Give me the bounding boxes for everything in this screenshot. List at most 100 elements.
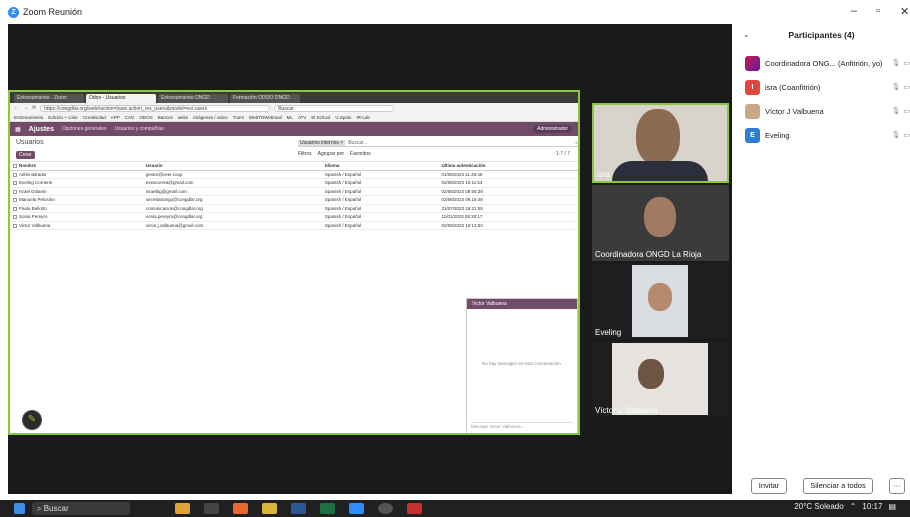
participant-row[interactable]: E Eveling 🎙 ▭: [745, 126, 910, 144]
camera-icon[interactable]: ▭: [903, 131, 910, 139]
table-row[interactable]: Sonia Pereyro sonia.pereyro@congdlar.org S…: [10, 212, 578, 222]
microphone-icon[interactable]: 🎙: [891, 131, 900, 139]
browser-search-input[interactable]: Buscar: [274, 104, 395, 112]
row-checkbox[interactable]: [13, 189, 17, 194]
browser-tab[interactable]: Entrenamiento ONGD: [158, 94, 228, 103]
maximize-icon[interactable]: ▫: [876, 5, 880, 17]
row-checkbox[interactable]: [13, 215, 17, 220]
windows-start-icon[interactable]: [14, 503, 25, 514]
browser-tab[interactable]: Formación ODOO ONGD: [230, 94, 300, 103]
bookmark[interactable]: El School: [311, 115, 330, 120]
explorer-icon[interactable]: [262, 503, 277, 514]
camera-icon[interactable]: ▭: [903, 59, 910, 67]
video-tile[interactable]: Eveling: [592, 263, 729, 339]
table-row[interactable]: Victor Valbuena victor.j.valbuena@gmail.c…: [10, 221, 578, 230]
chat-input[interactable]: Mensaje Victor Valbuena...: [471, 422, 573, 430]
forward-icon[interactable]: →: [23, 105, 28, 111]
odoo-menu-item[interactable]: Opciones generales: [62, 126, 106, 132]
taskbar-search[interactable]: ⌕ Buscar: [32, 502, 130, 515]
table-row[interactable]: Paula Bellotto comunicacion@congdlar.org S…: [10, 204, 578, 213]
bookmark[interactable]: WebTOWebmail: [249, 115, 282, 120]
chat-window[interactable]: Victor Valbuena No hay mensajes en esta …: [466, 298, 578, 433]
apps-menu-icon[interactable]: ▦: [15, 126, 21, 133]
bookmark[interactable]: Trami: [233, 115, 244, 120]
clock[interactable]: 10:17: [862, 502, 882, 511]
bookmark[interactable]: ML: [287, 115, 293, 120]
close-icon[interactable]: ✕: [900, 5, 909, 18]
select-all-checkbox[interactable]: [13, 164, 17, 169]
column-header[interactable]: Nombre: [10, 162, 143, 171]
word-icon[interactable]: [291, 503, 306, 514]
microphone-icon[interactable]: 🎙: [891, 83, 900, 91]
row-checkbox[interactable]: [13, 181, 17, 186]
reload-icon[interactable]: ⟳: [32, 105, 36, 111]
favorites-button[interactable]: Favoritos: [350, 151, 371, 157]
chat-title[interactable]: Victor Valbuena: [467, 299, 577, 309]
pager[interactable]: 1-7 / 7: [556, 151, 570, 157]
address-bar[interactable]: https://congdlar.org/web#action=base.act…: [40, 104, 271, 112]
column-header[interactable]: Usuario: [142, 162, 322, 171]
minimize-icon[interactable]: –: [851, 5, 857, 17]
bookmark[interactable]: APP: [111, 115, 120, 120]
acrobat-icon[interactable]: [407, 503, 422, 514]
column-header[interactable]: Idioma: [321, 162, 439, 171]
camera-icon[interactable]: ▭: [903, 107, 910, 115]
bookmark[interactable]: Bancos: [158, 115, 173, 120]
row-checkbox[interactable]: [13, 206, 17, 211]
groupby-button[interactable]: Agrupar por: [318, 151, 344, 157]
more-options-button[interactable]: ···: [889, 478, 905, 494]
odoo-menu-item[interactable]: Usuarios y compañías: [114, 126, 163, 132]
search-icon[interactable]: ⌕: [575, 140, 578, 146]
participant-row[interactable]: Víctor J Valbuena 🎙 ▭: [745, 102, 910, 120]
windows-taskbar: ⌕ Buscar 20°C Soleado ⌃ 10:17 ▤: [0, 500, 910, 517]
task-view-icon[interactable]: [204, 503, 219, 514]
table-row[interactable]: Manuela Pelusino secretariango@congdlar.o…: [10, 195, 578, 205]
network-icon[interactable]: ⌃: [850, 502, 857, 511]
browser-tab[interactable]: Odoo - Usuarios: [86, 94, 156, 103]
camera-icon[interactable]: ▭: [903, 83, 910, 91]
media-player-icon[interactable]: [378, 503, 393, 514]
microphone-icon[interactable]: 🎙: [891, 59, 900, 67]
bookmark[interactable]: U.Spain: [335, 115, 351, 120]
bookmark[interactable]: webs: [178, 115, 189, 120]
table-row[interactable]: Eveling Cornerer eveacorrea@gmail.com Span…: [10, 178, 578, 188]
odoo-search-bar[interactable]: Usuarios internos × Buscar... ⌕: [298, 139, 578, 147]
microphone-icon[interactable]: 🎙: [891, 107, 900, 115]
participant-row[interactable]: Iisra (Coanfitrión) 🎙 ▭: [745, 78, 910, 96]
bookmark[interactable]: CAG: [125, 115, 135, 120]
invite-button[interactable]: Invitar: [751, 478, 787, 494]
table-row[interactable]: Administrador gestor@ceer.coop Spanish / E…: [10, 170, 578, 179]
odoo-user-menu[interactable]: Administrador: [533, 125, 572, 133]
create-button[interactable]: Crear: [16, 151, 35, 159]
filters-button[interactable]: Filtros: [298, 151, 312, 157]
firefox-icon[interactable]: [233, 503, 248, 514]
browser-tab[interactable]: Entrenamiento · Zoom: [14, 94, 84, 103]
excel-icon[interactable]: [320, 503, 335, 514]
notification-icon[interactable]: ▤: [888, 502, 896, 511]
video-tile[interactable]: Coordinadora ONGD La Rioja: [592, 185, 729, 261]
back-icon[interactable]: ←: [14, 105, 19, 111]
zoom-taskbar-icon[interactable]: [349, 503, 364, 514]
bookmark[interactable]: Creatividad: [83, 115, 106, 120]
annotate-pencil-icon[interactable]: ✎: [22, 410, 42, 430]
bookmark[interactable]: IR-Lab: [356, 115, 370, 120]
bookmark[interactable]: ODOS: [139, 115, 152, 120]
mute-all-button[interactable]: Silenciar a todos: [803, 478, 873, 494]
row-checkbox[interactable]: [13, 198, 17, 203]
video-tile[interactable]: isra: [592, 103, 729, 183]
odoo-search-input[interactable]: Buscar...: [348, 140, 367, 146]
bookmark[interactable]: ATV: [298, 115, 306, 120]
row-checkbox[interactable]: [13, 172, 17, 177]
video-tile[interactable]: Víctor J Valbuena: [592, 341, 729, 417]
odoo-app-name[interactable]: Ajustes: [29, 126, 54, 133]
table-row[interactable]: Israel Dolanin israelbg@gmail.com Spanish …: [10, 187, 578, 196]
bookmark[interactable]: Entrenamiento: [14, 115, 43, 120]
weather-text[interactable]: 20°C Soleado: [794, 502, 843, 511]
search-facet[interactable]: Usuarios internos ×: [298, 139, 346, 146]
bookmark[interactable]: Imágenes / video: [193, 115, 227, 120]
column-header[interactable]: Última autenticación: [438, 162, 578, 171]
file-explorer-icon[interactable]: [175, 503, 190, 514]
bookmark[interactable]: Edición + color: [48, 115, 78, 120]
participant-row[interactable]: Coordinadora ONG... (Anfitrión, yo) 🎙 ▭: [745, 54, 910, 72]
row-checkbox[interactable]: [13, 223, 17, 228]
